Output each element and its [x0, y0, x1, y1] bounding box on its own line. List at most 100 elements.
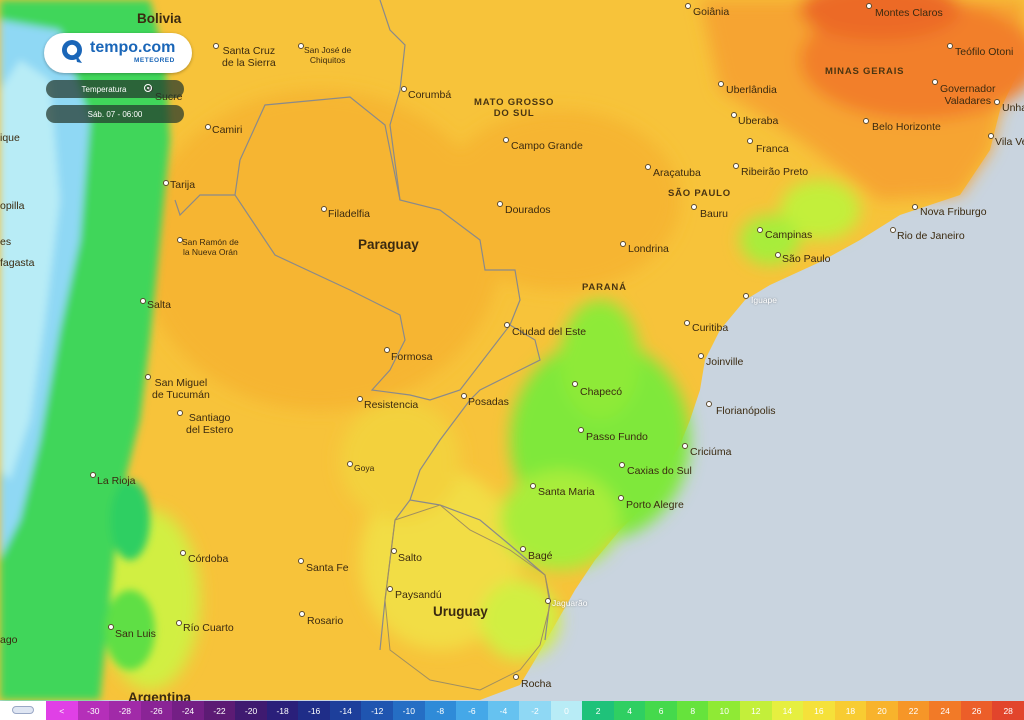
city-label-jaguarao: Jaguarão — [552, 598, 588, 608]
city-dot-santa-cruz[interactable] — [213, 43, 219, 49]
legend-cells: < -30 -28 -26 -24 -22 -20 -18 -16 -14 -12 -10 -8 -6 -4… — [46, 701, 1024, 720]
city-label-rio-cuarto: Río Cuarto — [183, 622, 234, 634]
time-selector[interactable]: Sáb. 07 - 06:00 — [46, 105, 184, 123]
city-dot-iguape[interactable] — [743, 293, 749, 299]
city-label-paysandu: Paysandú — [395, 589, 442, 601]
city-dot-criciuma[interactable] — [682, 443, 688, 449]
city-dot-bauru[interactable] — [691, 204, 697, 210]
city-label-san-miguel: San Miguel de Tucumán — [152, 377, 210, 402]
country-label-paraguay: Paraguay — [358, 237, 419, 252]
city-label-corumba: Corumbá — [408, 89, 452, 101]
city-label-londrina: Londrina — [628, 243, 669, 255]
city-dot-la-rioja[interactable] — [90, 472, 96, 478]
city-dot-rio-de-janeiro[interactable] — [890, 227, 896, 233]
city-label-passo-fundo: Passo Fundo — [586, 431, 648, 443]
legend-info-button[interactable] — [0, 701, 46, 720]
city-dot-filadelfia[interactable] — [321, 206, 327, 212]
layer-selector[interactable]: Temperatura — [46, 80, 184, 98]
city-dot-governador-valadares[interactable] — [932, 79, 938, 85]
city-dot-camiri[interactable] — [205, 124, 211, 130]
city-dot-belo-horizonte[interactable] — [863, 118, 869, 124]
city-dot-chapeco[interactable] — [572, 381, 578, 387]
radio-selected-icon — [144, 84, 152, 92]
legend-cell: 28 — [992, 701, 1024, 720]
city-dot-san-miguel[interactable] — [145, 374, 151, 380]
city-label-cordoba: Córdoba — [188, 553, 229, 565]
city-dot-posadas[interactable] — [461, 393, 467, 399]
city-dot-passo-fundo[interactable] — [578, 427, 584, 433]
city-label-ribeirao-preto: Ribeirão Preto — [741, 166, 809, 178]
city-label-salta: Salta — [147, 299, 171, 311]
city-dot-uberaba[interactable] — [731, 112, 737, 118]
city-label-unhai: Unhai — [1002, 102, 1024, 114]
city-label-fagasta: fagasta — [0, 257, 35, 269]
legend-cell: -12 — [361, 701, 394, 720]
city-dot-bage[interactable] — [520, 546, 526, 552]
city-dot-formosa[interactable] — [384, 347, 390, 353]
city-dot-ciudad-del-este[interactable] — [504, 322, 510, 328]
tempo-logo[interactable]: tempo.com METEORED — [44, 33, 192, 73]
city-dot-santa-fe[interactable] — [298, 558, 304, 564]
city-dot-sao-paulo[interactable] — [775, 252, 781, 258]
city-dot-rocha[interactable] — [513, 674, 519, 680]
legend-cell: -22 — [203, 701, 236, 720]
city-label-resistencia: Resistencia — [364, 399, 419, 411]
city-dot-dourados[interactable] — [497, 201, 503, 207]
city-dot-cordoba[interactable] — [180, 550, 186, 556]
city-label-chapeco: Chapecó — [580, 386, 623, 398]
city-dot-uberlandia[interactable] — [718, 81, 724, 87]
region-label-minas-gerais: MINAS GERAIS — [825, 66, 905, 77]
city-label-es: es — [0, 236, 12, 248]
city-dot-florianopolis[interactable] — [706, 401, 712, 407]
city-dot-rosario[interactable] — [299, 611, 305, 617]
city-dot-rio-cuarto[interactable] — [176, 620, 182, 626]
city-label-santiago-estero: Santiago del Estero — [186, 412, 234, 437]
city-dot-teofilo-otoni[interactable] — [947, 43, 953, 49]
legend-cell: 6 — [645, 701, 677, 720]
legend-cell: -8 — [424, 701, 457, 720]
city-label-montes-claros: Montes Claros — [875, 7, 943, 19]
city-dot-nova-friburgo[interactable] — [912, 204, 918, 210]
city-label-santa-fe: Santa Fe — [306, 562, 349, 574]
city-dot-campo-grande[interactable] — [503, 137, 509, 143]
city-dot-jaguarao[interactable] — [545, 598, 551, 604]
city-dot-santa-maria[interactable] — [530, 483, 536, 489]
city-label-vila-velha: Vila Ve — [995, 136, 1024, 148]
city-label-san-ramon: San Ramón de la Nueva Orán — [182, 237, 239, 257]
city-dot-curitiba[interactable] — [684, 320, 690, 326]
legend-cell: 2 — [582, 701, 614, 720]
city-label-la-rioja: La Rioja — [97, 475, 136, 487]
city-dot-corumba[interactable] — [401, 86, 407, 92]
city-dot-caxias-do-sul[interactable] — [619, 462, 625, 468]
city-dot-resistencia[interactable] — [357, 396, 363, 402]
city-dot-tarija[interactable] — [163, 180, 169, 186]
city-dot-aracatuba[interactable] — [645, 164, 651, 170]
city-dot-ribeirao-preto[interactable] — [733, 163, 739, 169]
legend-cell: -24 — [172, 701, 204, 720]
city-label-bage: Bagé — [528, 550, 553, 562]
city-label-caxias-do-sul: Caxias do Sul — [627, 465, 692, 477]
city-dot-salto[interactable] — [391, 548, 397, 554]
legend-cell: 14 — [771, 701, 804, 720]
city-dot-londrina[interactable] — [620, 241, 626, 247]
city-label-uberaba: Uberaba — [738, 115, 779, 127]
city-dot-san-luis[interactable] — [108, 624, 114, 630]
city-dot-franca[interactable] — [747, 138, 753, 144]
legend-cell: -2 — [519, 701, 551, 720]
time-label: Sáb. 07 - 06:00 — [87, 109, 143, 119]
city-dot-vila-velha[interactable] — [988, 133, 994, 139]
city-dot-goiania[interactable] — [685, 3, 691, 9]
legend-cell: -20 — [235, 701, 267, 720]
city-dot-salta[interactable] — [140, 298, 146, 304]
city-label-criciuma: Criciúma — [690, 446, 732, 458]
city-dot-campinas[interactable] — [757, 227, 763, 233]
city-label-goya: Goya — [354, 463, 375, 473]
city-dot-porto-alegre[interactable] — [618, 495, 624, 501]
city-dot-paysandu[interactable] — [387, 586, 393, 592]
logo-subtext: METEORED — [134, 57, 175, 64]
city-dot-joinville[interactable] — [698, 353, 704, 359]
city-dot-montes-claros[interactable] — [866, 3, 872, 9]
city-dot-santiago[interactable] — [177, 410, 183, 416]
temperature-legend-icon — [12, 706, 34, 714]
city-dot-goya[interactable] — [347, 461, 353, 467]
